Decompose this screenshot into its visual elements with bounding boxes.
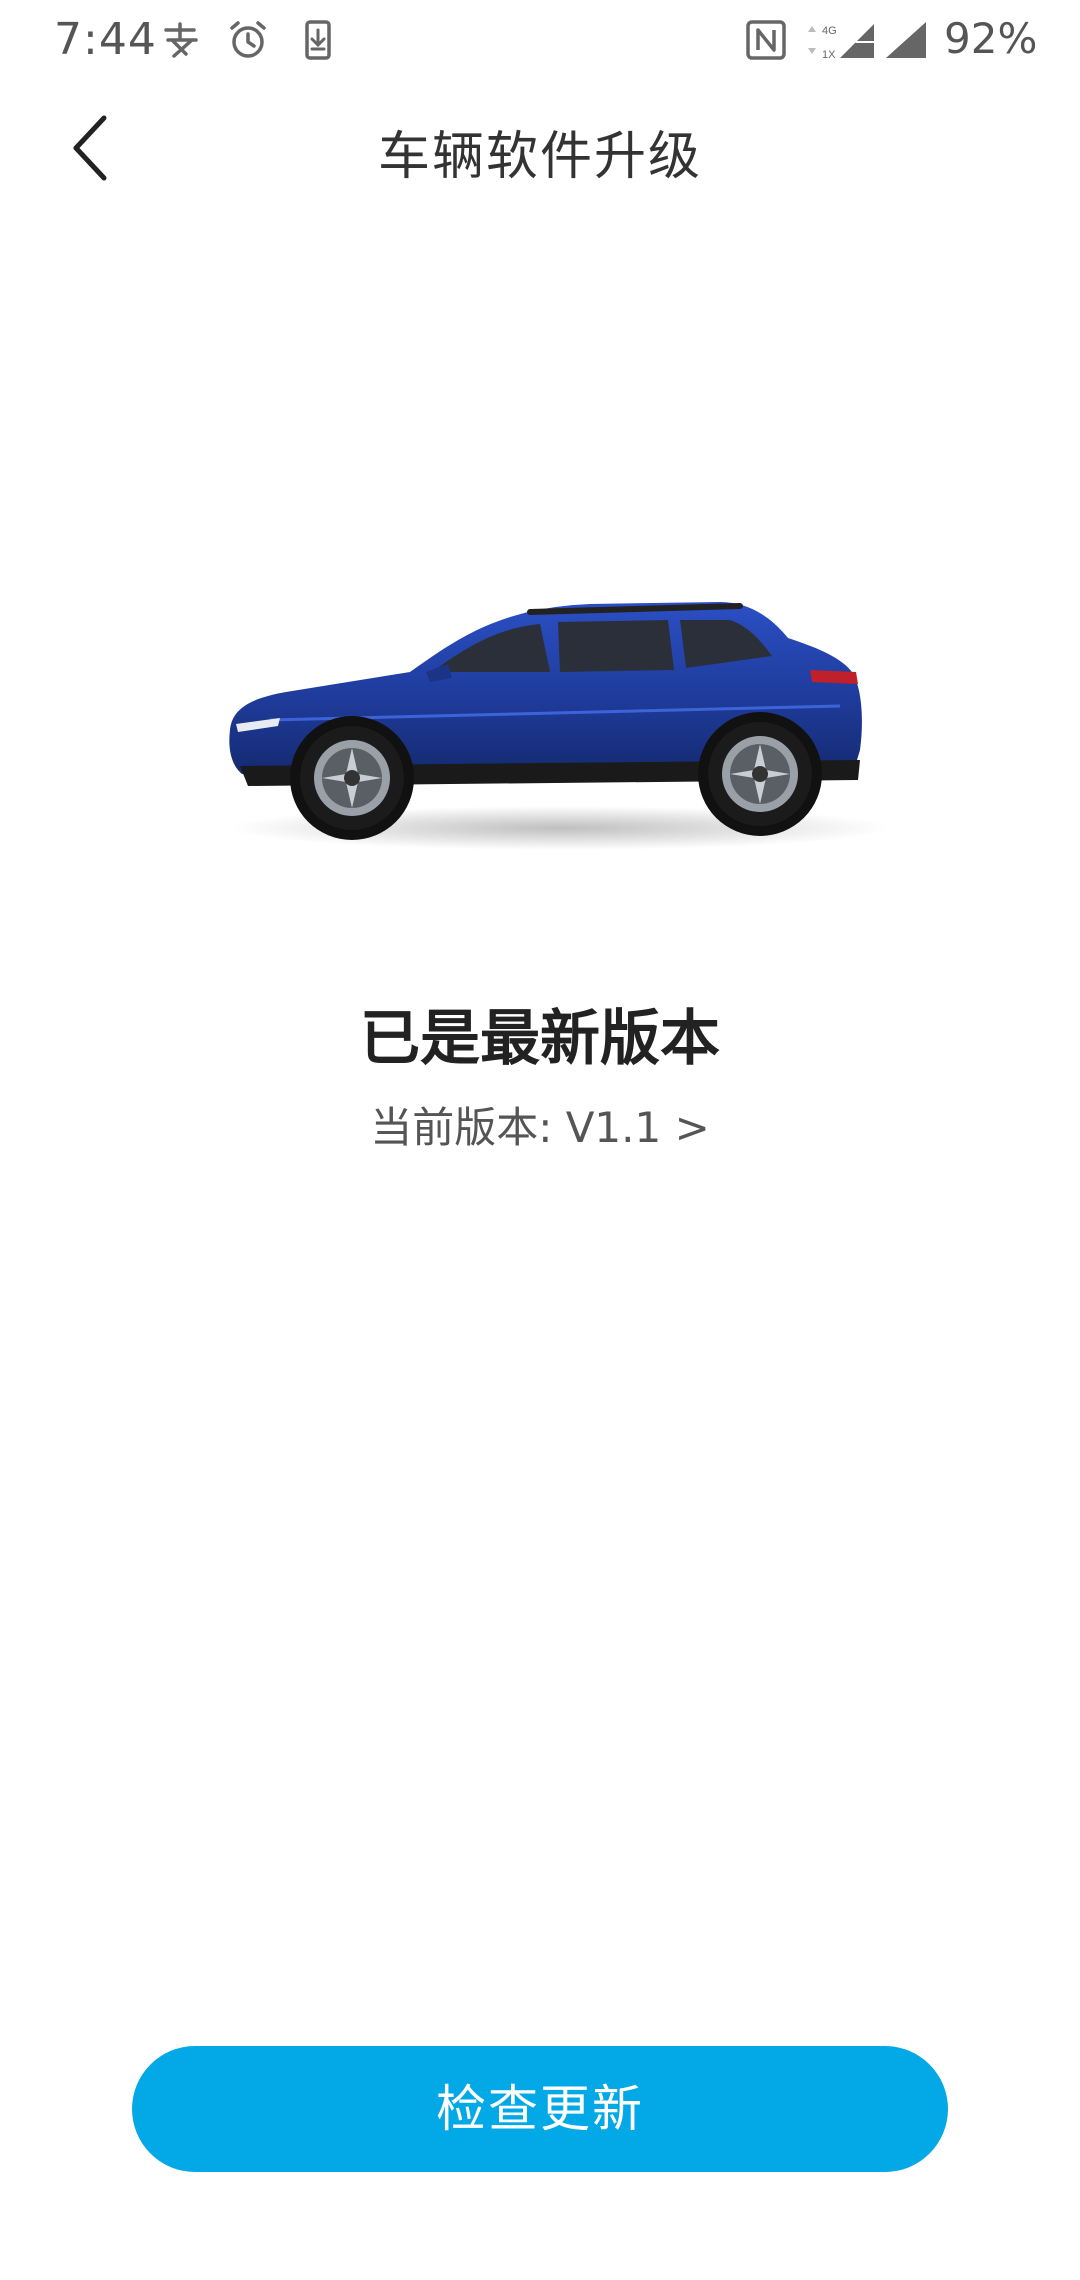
- status-bar: 7:44 4G 1X 92%: [0, 0, 1080, 86]
- battery-percentage: 92%: [944, 14, 1038, 63]
- car-image: [200, 560, 920, 860]
- svg-text:1X: 1X: [822, 49, 836, 61]
- alarm-icon: [230, 21, 266, 58]
- car-illustration: [229, 602, 890, 850]
- alipay-icon: [164, 22, 198, 58]
- download-icon: [305, 20, 331, 60]
- signal-4g-icon: 4G 1X: [808, 24, 874, 61]
- update-status-title: 已是最新版本: [360, 1004, 720, 1074]
- check-update-button[interactable]: 检查更新: [132, 2046, 948, 2172]
- status-time: 7:44: [54, 14, 157, 65]
- current-version-link[interactable]: 当前版本: V1.1 >: [0, 1094, 1080, 1155]
- svg-text:4G: 4G: [822, 25, 837, 37]
- nfc-icon: [746, 20, 786, 60]
- top-app-bar: 车辆软件升级: [0, 86, 1080, 206]
- signal-icon: [886, 22, 926, 58]
- page-title: 车辆软件升级: [377, 127, 702, 187]
